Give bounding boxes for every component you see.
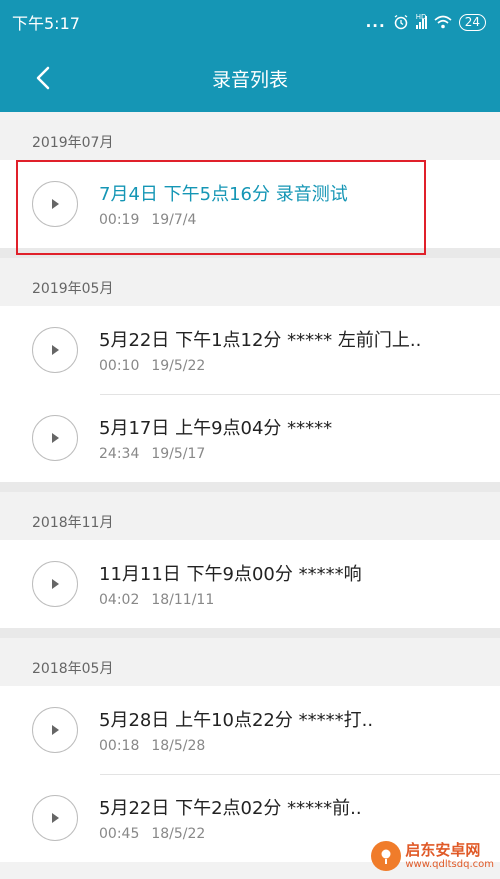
play-icon <box>52 725 59 735</box>
recording-date: 18/11/11 <box>151 592 215 608</box>
play-button[interactable] <box>32 795 78 841</box>
recording-meta: 00:10 19/5/22 <box>99 358 421 374</box>
recording-info: 5月22日 下午2点02分 *****前.. 00:45 18/5/22 <box>99 794 362 842</box>
recording-info: 5月28日 上午10点22分 *****打.. 00:18 18/5/28 <box>99 706 373 754</box>
play-button[interactable] <box>32 415 78 461</box>
recording-row[interactable]: 7月4日 下午5点16分 录音测试 00:19 19/7/4 <box>0 160 500 248</box>
recording-meta: 00:18 18/5/28 <box>99 738 373 754</box>
play-button[interactable] <box>32 181 78 227</box>
battery-icon: 24 <box>458 13 486 31</box>
recording-date: 19/7/4 <box>151 212 197 228</box>
recording-duration: 04:02 <box>99 592 140 608</box>
chevron-left-icon[interactable] <box>30 64 58 92</box>
play-icon <box>52 579 59 589</box>
alarm-icon <box>394 14 408 30</box>
section-divider <box>0 628 500 638</box>
recording-meta: 04:02 18/11/11 <box>99 592 362 608</box>
recording-meta: 00:19 19/7/4 <box>99 212 348 228</box>
section-header: 2018年05月 <box>0 638 500 686</box>
recording-date: 18/5/28 <box>151 738 206 754</box>
play-button[interactable] <box>32 327 78 373</box>
recording-date: 19/5/17 <box>151 446 206 462</box>
recording-row[interactable]: 11月11日 下午9点00分 *****响 04:02 18/11/11 <box>0 540 500 628</box>
section-divider <box>0 482 500 492</box>
play-button[interactable] <box>32 707 78 753</box>
title-bar: 录音列表 <box>0 44 500 112</box>
section-header: 2019年07月 <box>0 112 500 160</box>
recording-meta: 00:45 18/5/22 <box>99 826 362 842</box>
recording-date: 19/5/22 <box>151 358 206 374</box>
recording-duration: 00:45 <box>99 826 140 842</box>
recording-row[interactable]: 5月22日 下午1点12分 ***** 左前门上.. 00:10 19/5/22 <box>0 306 500 394</box>
page-title: 录音列表 <box>211 68 288 91</box>
recording-title: 5月22日 下午1点12分 ***** 左前门上.. <box>99 330 422 351</box>
section-header: 2019年05月 <box>0 258 500 306</box>
recording-date: 18/5/22 <box>151 826 206 842</box>
status-time: 下午5:17 <box>12 14 80 33</box>
recording-title: 5月28日 上午10点22分 *****打.. <box>99 710 374 731</box>
watermark-logo-icon <box>371 841 402 871</box>
more-dots: ... <box>365 13 386 31</box>
recording-row[interactable]: 5月17日 上午9点04分 ***** 24:34 19/5/17 <box>0 394 500 482</box>
recording-group: 11月11日 下午9点00分 *****响 04:02 18/11/11 <box>0 540 500 628</box>
recording-group: 5月28日 上午10点22分 *****打.. 00:18 18/5/28 5月22日… <box>0 686 500 862</box>
recording-group: 5月22日 下午1点12分 ***** 左前门上.. 00:10 19/5/22 5月… <box>0 306 500 482</box>
recording-duration: 24:34 <box>99 446 140 462</box>
recording-info: 5月17日 上午9点04分 ***** 24:34 19/5/17 <box>99 414 332 462</box>
play-icon <box>52 813 59 823</box>
recording-row[interactable]: 5月28日 上午10点22分 *****打.. 00:18 18/5/28 <box>0 686 500 774</box>
signal-hd-label: HD <box>415 12 427 21</box>
recording-duration: 00:18 <box>99 738 140 754</box>
recording-info: 5月22日 下午1点12分 ***** 左前门上.. 00:10 19/5/22 <box>99 326 421 374</box>
watermark-url: www.qdltsdq.com <box>405 858 494 870</box>
wifi-icon <box>434 15 452 29</box>
recording-title: 7月4日 下午5点16分 录音测试 <box>99 184 348 205</box>
play-icon <box>52 199 59 209</box>
play-button[interactable] <box>32 561 78 607</box>
watermark-name: 启东安卓网 <box>405 841 481 860</box>
play-icon <box>52 345 59 355</box>
recording-title: 5月17日 上午9点04分 ***** <box>99 418 333 439</box>
status-bar: 下午5:17 ... HD 24 <box>0 0 500 44</box>
signal-icon: HD <box>415 12 427 29</box>
play-icon <box>52 433 59 443</box>
recording-duration: 00:19 <box>99 212 140 228</box>
recording-group: 7月4日 下午5点16分 录音测试 00:19 19/7/4 <box>0 160 500 248</box>
recording-meta: 24:34 19/5/17 <box>99 446 332 462</box>
recording-title: 11月11日 下午9点00分 *****响 <box>99 564 362 585</box>
status-icons: ... HD 24 <box>366 13 486 31</box>
section-divider <box>0 248 500 258</box>
recording-title: 5月22日 下午2点02分 *****前.. <box>99 798 362 819</box>
watermark: 启东安卓网 www.qdltsdq.com <box>371 841 494 871</box>
recording-info: 11月11日 下午9点00分 *****响 04:02 18/11/11 <box>99 560 362 608</box>
recording-duration: 00:10 <box>99 358 140 374</box>
recording-info: 7月4日 下午5点16分 录音测试 00:19 19/7/4 <box>99 180 348 228</box>
section-header: 2018年11月 <box>0 492 500 540</box>
recording-list: 2019年07月 7月4日 下午5点16分 录音测试 00:19 19/7/4 2019… <box>0 112 500 862</box>
